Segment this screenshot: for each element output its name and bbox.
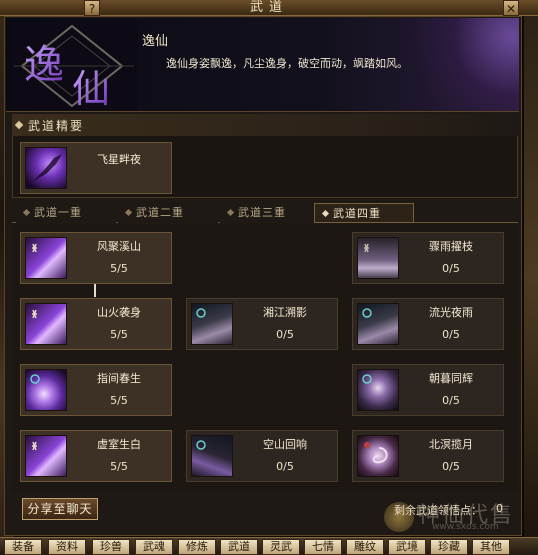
tab-label: 武道一重 <box>34 206 82 219</box>
remaining-points-label: 剩余武道领悟点： <box>394 504 482 517</box>
menu-item-other[interactable]: 其他 <box>472 539 510 555</box>
talent-name: 虚室生白 <box>97 438 141 451</box>
talent-name: 指间春生 <box>97 372 141 385</box>
talent-name: 湘江溯影 <box>263 306 307 319</box>
moon-claw-icon <box>191 435 233 477</box>
menu-item-cultivation[interactable]: 修炼 <box>178 539 216 555</box>
tab-label: 武道二重 <box>136 206 184 219</box>
talent-cell[interactable]: 山火袭身 5/5 <box>20 298 172 350</box>
tab-diamond-icon <box>321 209 330 218</box>
purple-blade-icon <box>25 237 67 279</box>
menu-item-equipment[interactable]: 装备 <box>4 539 42 555</box>
talent-level: 5/5 <box>110 394 128 407</box>
talent-cell[interactable]: 指间春生 5/5 <box>20 364 172 416</box>
talent-level: 5/5 <box>110 460 128 473</box>
tab-tier-4[interactable]: 武道四重 <box>314 203 414 223</box>
tab-tier-3[interactable]: 武道三重 <box>220 203 320 223</box>
menu-item-spirit-weapon[interactable]: 灵武 <box>262 539 300 555</box>
tab-tier-1[interactable]: 武道一重 <box>16 203 116 223</box>
menu-item-engraving[interactable]: 雕纹 <box>346 539 384 555</box>
talent-cell[interactable]: 骤雨擢枝 0/5 <box>352 232 504 284</box>
talent-cell[interactable]: 湘江溯影 0/5 <box>186 298 338 350</box>
class-emblem-icon: 逸 仙 <box>12 22 138 111</box>
purple-slash-icon <box>25 147 67 189</box>
essential-skill-name: 飞星畔夜 <box>97 153 141 166</box>
talent-level: 0/5 <box>442 328 460 341</box>
menu-item-emotions[interactable]: 七情 <box>304 539 342 555</box>
game-background-right <box>524 0 538 555</box>
class-description: 逸仙身姿飘逸，凡尘逸身，破空而动，飒踏如风。 <box>166 57 408 70</box>
bottom-menu-bar: 装备 资料 珍兽 武魂 修炼 武道 灵武 七情 雕纹 武境 珍藏 其他 <box>0 537 538 555</box>
talent-cell[interactable]: 流光夜雨 0/5 <box>352 298 504 350</box>
emblem-char-1: 逸 <box>24 42 64 88</box>
tab-diamond-icon <box>226 208 235 217</box>
talent-name: 朝暮同辉 <box>429 372 473 385</box>
talent-name: 风聚溪山 <box>97 240 141 253</box>
menu-item-martial-way[interactable]: 武道 <box>220 539 258 555</box>
talent-name: 流光夜雨 <box>429 306 473 319</box>
menu-item-martial-realm[interactable]: 武境 <box>388 539 426 555</box>
talent-name: 骤雨擢枝 <box>429 240 473 253</box>
tier-tabs: 武道一重 武道二重 武道三重 武道四重 <box>12 203 518 223</box>
emblem-char-2: 仙 <box>72 67 110 111</box>
talent-name: 北溟揽月 <box>429 438 473 451</box>
moon-orb-icon <box>25 369 67 411</box>
swirl-icon <box>357 435 399 477</box>
tab-diamond-icon <box>22 208 31 217</box>
talent-level: 5/5 <box>110 262 128 275</box>
essentials-title: 武道精要 <box>28 119 85 133</box>
essential-skill[interactable]: 飞星畔夜 <box>20 142 172 194</box>
talent-connector-line <box>94 284 96 297</box>
talent-cell[interactable]: 空山回响 0/5 <box>186 430 338 482</box>
purple-blade-icon <box>25 435 67 477</box>
purple-blade-icon <box>25 303 67 345</box>
talent-level: 0/5 <box>276 328 294 341</box>
tab-tier-2[interactable]: 武道二重 <box>118 203 218 223</box>
menu-item-profile[interactable]: 资料 <box>48 539 86 555</box>
close-button[interactable]: ✕ <box>503 0 519 16</box>
moon-orb-icon <box>357 369 399 411</box>
moon-claw-icon <box>357 303 399 345</box>
talent-level: 0/5 <box>442 394 460 407</box>
menu-item-collection[interactable]: 珍藏 <box>430 539 468 555</box>
tab-label: 武道三重 <box>238 206 286 219</box>
remaining-points-value: 0 <box>496 502 503 515</box>
tab-label: 武道四重 <box>333 207 381 220</box>
watermark-url: www.sxds.com <box>432 522 499 532</box>
class-banner: 逸 仙 逸仙 逸仙身姿飘逸，凡尘逸身，破空而动，飒踏如风。 <box>6 18 519 112</box>
essentials-header <box>12 114 518 136</box>
talent-cell[interactable]: 虚室生白 5/5 <box>20 430 172 482</box>
talent-level: 0/5 <box>442 460 460 473</box>
share-to-chat-button[interactable]: 分享至聊天 <box>22 498 98 520</box>
menu-item-pets[interactable]: 珍兽 <box>92 539 130 555</box>
moon-claw-icon <box>191 303 233 345</box>
talent-cell[interactable]: 北溟揽月 0/5 <box>352 430 504 482</box>
purple-blade-icon <box>357 237 399 279</box>
class-name: 逸仙 <box>142 34 169 49</box>
window-titlebar: 武道 ? ✕ <box>0 0 538 16</box>
help-button[interactable]: ? <box>84 0 100 16</box>
talent-cell[interactable]: 朝暮同辉 0/5 <box>352 364 504 416</box>
talent-level: 5/5 <box>110 328 128 341</box>
window-title: 武道 <box>249 0 288 15</box>
talent-name: 山火袭身 <box>97 306 141 319</box>
talent-name: 空山回响 <box>263 438 307 451</box>
talent-level: 0/5 <box>442 262 460 275</box>
talent-level: 0/5 <box>276 460 294 473</box>
menu-item-soul[interactable]: 武魂 <box>135 539 173 555</box>
talent-cell[interactable]: 风聚溪山 5/5 <box>20 232 172 284</box>
tab-diamond-icon <box>124 208 133 217</box>
